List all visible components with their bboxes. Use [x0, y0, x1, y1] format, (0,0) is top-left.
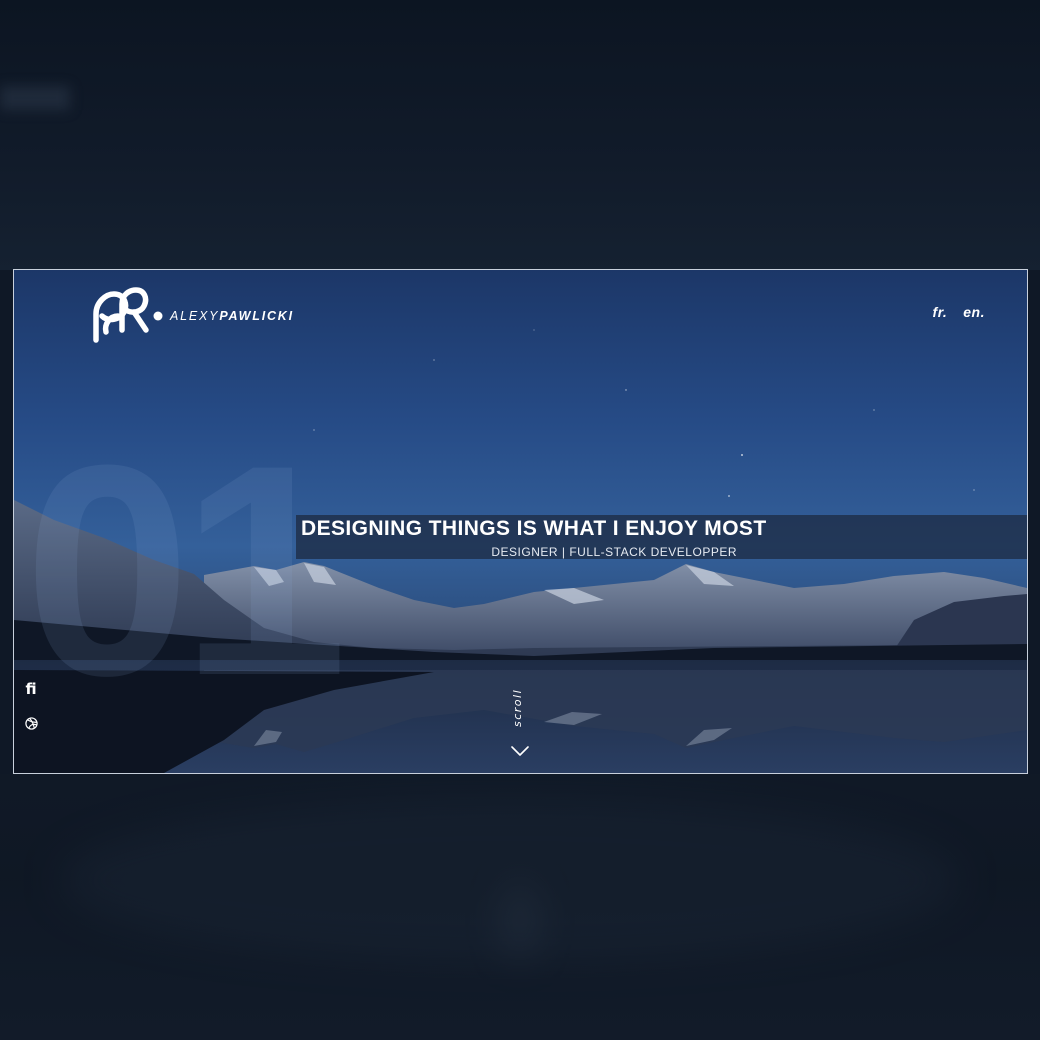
- hero-section: 01 ALEXYPAWLICKI fr. en. DESIGNING THING…: [13, 269, 1028, 774]
- lang-fr-link[interactable]: fr.: [933, 304, 948, 320]
- scroll-label: scroll: [511, 688, 524, 727]
- scroll-indicator[interactable]: scroll: [508, 685, 532, 765]
- brand-last-name: PAWLICKI: [219, 309, 294, 323]
- site-logo[interactable]: ALEXYPAWLICKI: [84, 282, 294, 344]
- dribbble-icon[interactable]: [22, 714, 40, 732]
- background-top: [0, 0, 1040, 270]
- ap-monogram-logo-icon: [93, 287, 163, 343]
- dribbble-glyph-icon: [24, 716, 38, 730]
- language-switcher: fr. en.: [933, 304, 985, 320]
- hero-headline: DESIGNING THINGS IS WHAT I ENJOY MOST: [301, 517, 767, 540]
- social-links: fi: [22, 680, 40, 732]
- hero-subheadline: DESIGNER | FULL-STACK DEVELOPPER: [491, 545, 737, 559]
- section-number-watermark: 01: [24, 402, 348, 738]
- brand-first-name: ALEXY: [170, 309, 220, 323]
- background-bottom: [0, 774, 1040, 1040]
- fi-icon[interactable]: fi: [22, 680, 40, 698]
- brand-name: ALEXYPAWLICKI: [170, 309, 294, 323]
- chevron-down-icon: [511, 746, 529, 756]
- lang-en-link[interactable]: en.: [963, 304, 985, 320]
- blurred-ghost-text: [0, 86, 70, 110]
